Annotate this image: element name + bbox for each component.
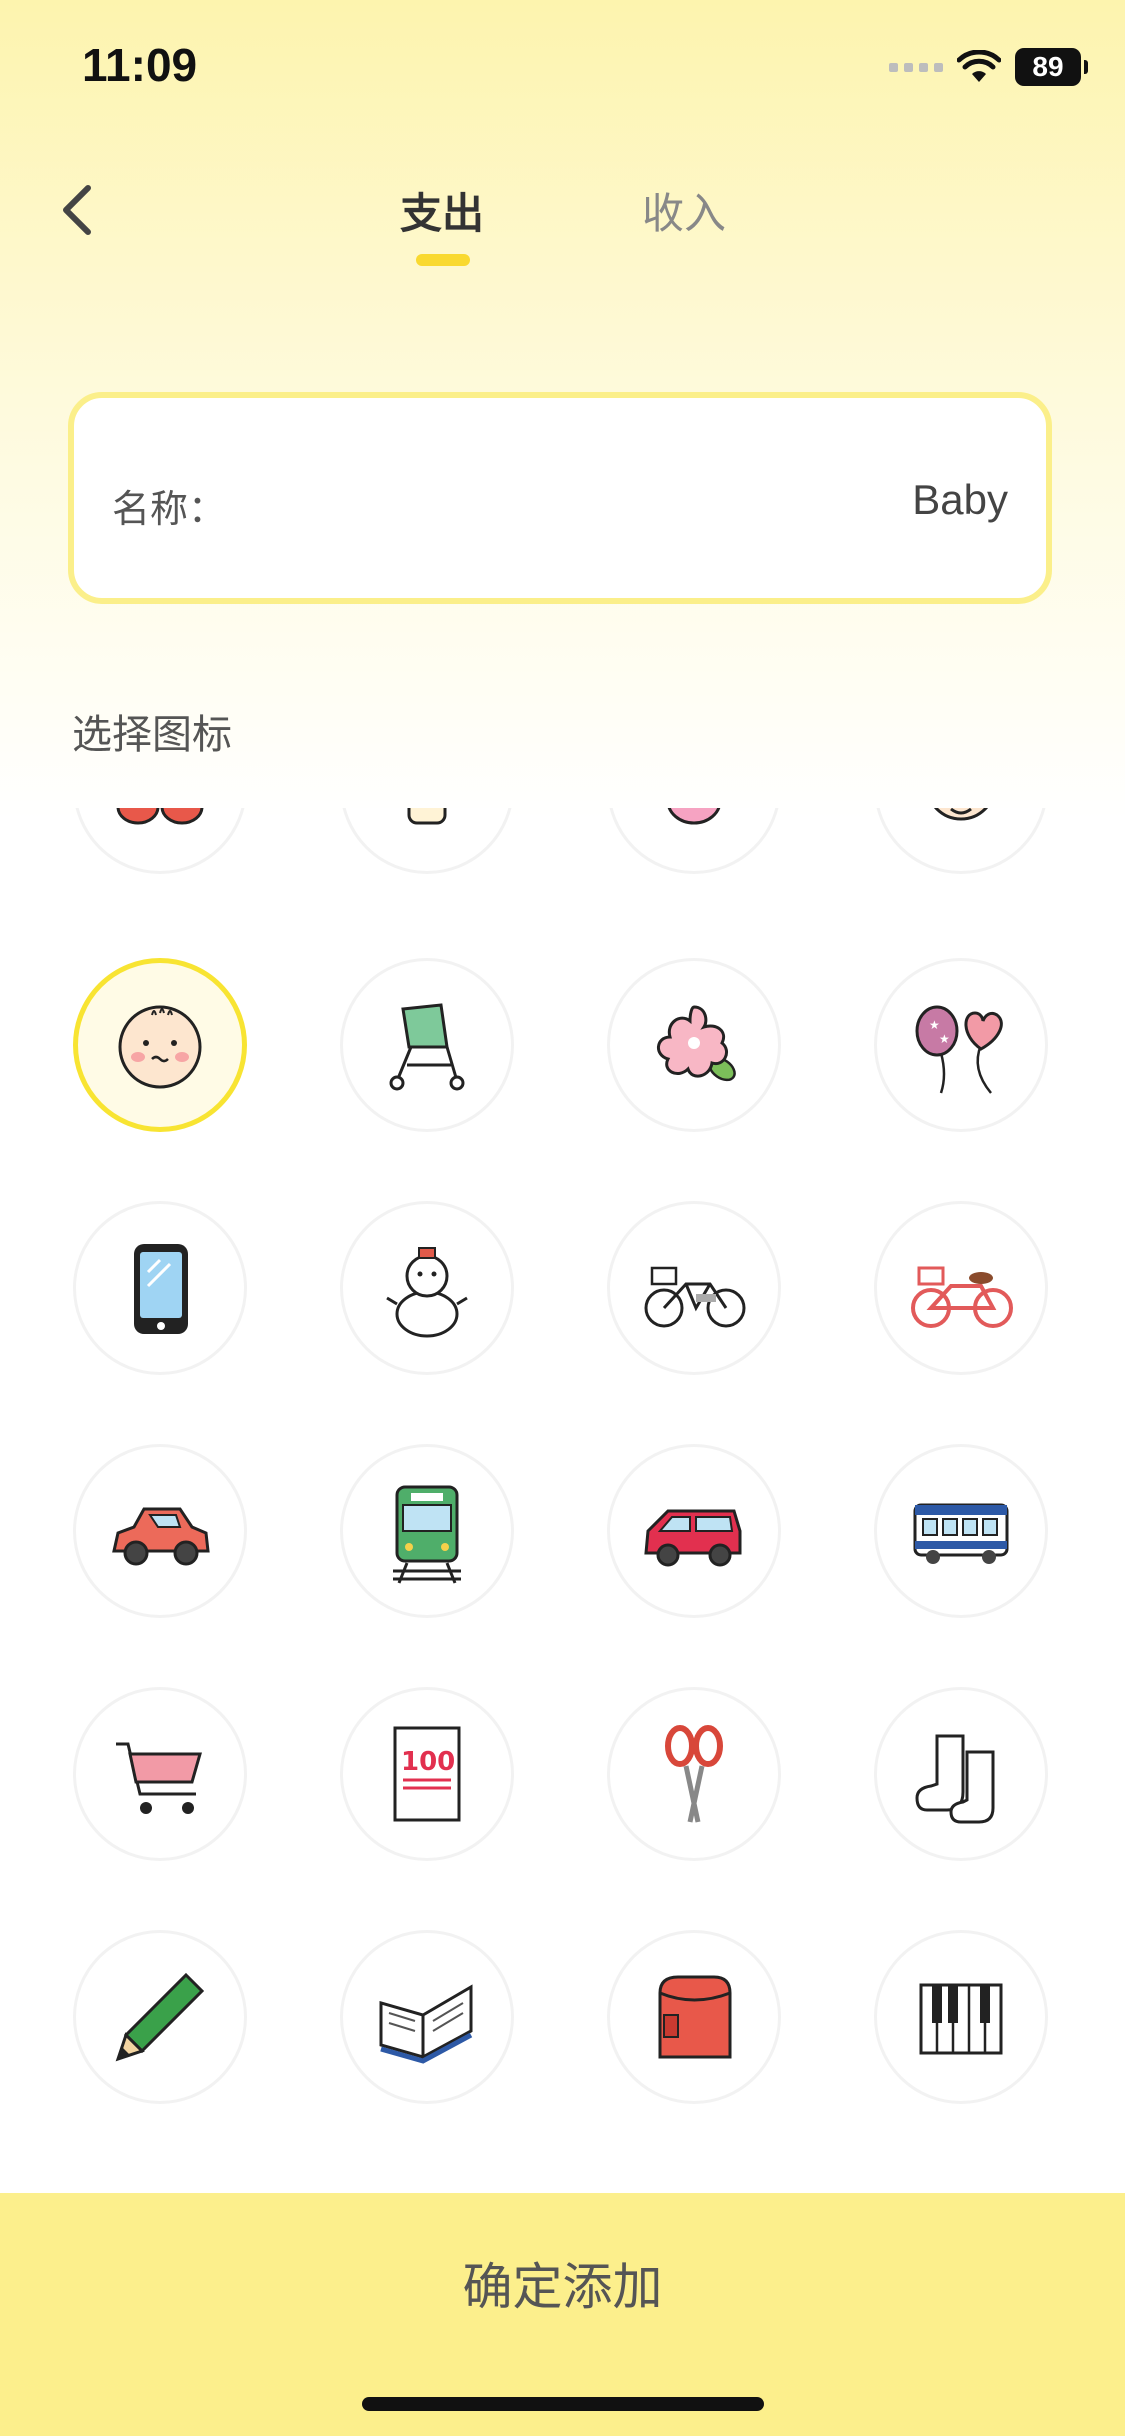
status-time: 11:09 [82,39,198,91]
back-chevron-icon[interactable] [54,180,102,240]
svg-text:100: 100 [401,1747,455,1777]
piano-icon[interactable] [874,1930,1048,2104]
red-minivan-icon[interactable] [607,1444,781,1618]
school-backpack-icon[interactable] [607,1930,781,2104]
stroller-icon[interactable] [340,958,514,1132]
baby-shoes-icon[interactable] [73,808,247,874]
socks-icon[interactable] [874,1687,1048,1861]
snowman-icon[interactable] [340,1201,514,1375]
baby-face-icon[interactable] [874,808,1048,874]
train-icon[interactable] [340,1444,514,1618]
scissors-icon[interactable] [607,1687,781,1861]
tab-expense[interactable]: 支出 [400,180,484,241]
red-car-icon[interactable] [73,1444,247,1618]
name-field[interactable]: 名称： Baby [68,392,1052,604]
name-field-label: 名称： [112,487,227,531]
section-title-choose-icon: 选择图标 [72,712,232,758]
smartphone-icon[interactable] [73,1201,247,1375]
icon-grid-scroll-area[interactable]: ★ ★ 100 [0,808,1125,2193]
pencil-icon[interactable] [73,1930,247,2104]
wifi-icon [957,50,1001,82]
baby-face-icon[interactable] [73,958,247,1132]
test-paper-100-icon[interactable]: 100 [340,1687,514,1861]
bicycle-icon[interactable] [607,1201,781,1375]
balloons-icon[interactable]: ★ ★ [874,958,1048,1132]
open-book-icon[interactable] [340,1930,514,2104]
battery-icon: 89 [1015,48,1088,86]
confirm-add-button[interactable]: 确定添加 [0,2193,1125,2373]
bus-icon[interactable] [874,1444,1048,1618]
red-bicycle-icon[interactable] [874,1201,1048,1375]
active-tab-indicator [416,254,470,266]
pink-ball-icon[interactable] [607,808,781,874]
name-field-value[interactable]: Baby [912,476,1008,524]
svg-text:★: ★ [939,1032,950,1046]
svg-text:★: ★ [929,1018,940,1032]
status-icons: 89 [889,48,1088,86]
tab-income[interactable]: 收入 [642,180,726,241]
cherry-blossom-icon[interactable] [607,958,781,1132]
signal-icon [889,62,943,72]
home-indicator[interactable] [362,2397,764,2411]
baby-bottle-icon[interactable] [340,808,514,874]
shopping-cart-icon[interactable] [73,1687,247,1861]
